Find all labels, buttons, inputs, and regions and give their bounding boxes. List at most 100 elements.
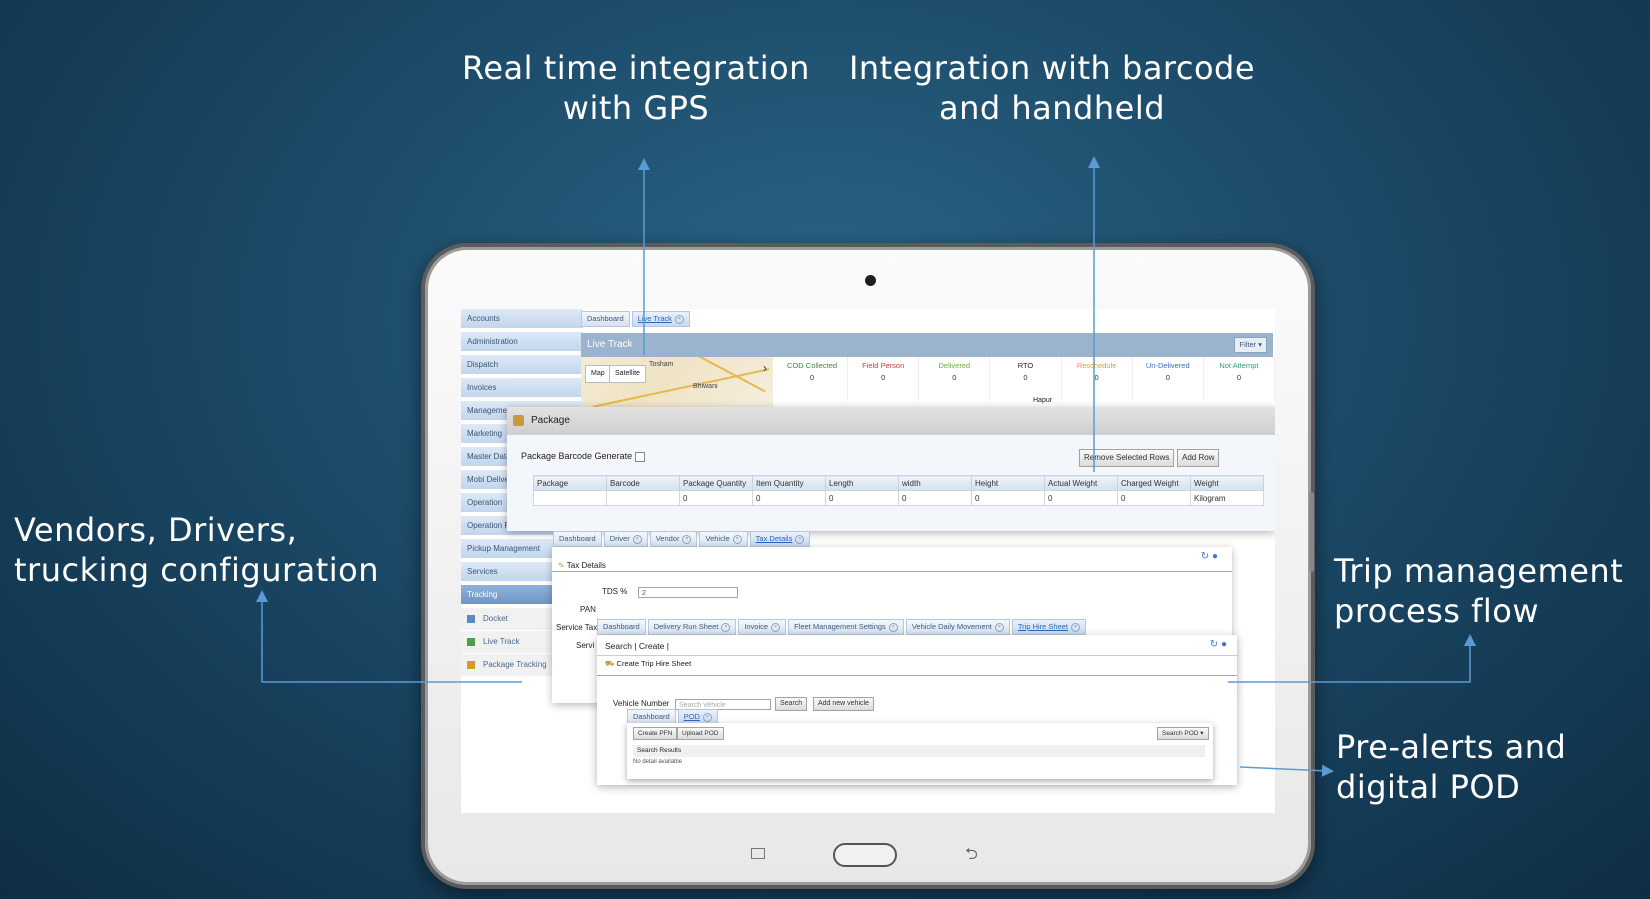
side-key: [1309, 492, 1314, 572]
tab-item[interactable]: Vehicle ×: [699, 531, 748, 547]
tab-item[interactable]: Dashboard: [553, 531, 602, 547]
table-header-cell: Item Quantity: [752, 475, 826, 491]
sidebar-item-accounts[interactable]: Accounts: [461, 309, 583, 329]
trip-menu: Search | Create |: [605, 641, 669, 651]
callout-barcode-line2: and handheld: [938, 89, 1166, 127]
stat-item: Delivered 0: [919, 357, 991, 401]
barcode-generate-checkbox[interactable]: [635, 451, 646, 462]
close-icon[interactable]: ×: [702, 712, 712, 722]
map-place-label: Tosham: [649, 361, 674, 368]
tab-item[interactable]: Trip Hire Sheet ×: [1011, 619, 1087, 635]
truck-icon: ⛟: [605, 659, 615, 668]
close-icon[interactable]: ×: [732, 534, 742, 544]
map-type-button[interactable]: Map: [585, 365, 611, 383]
tab-label: Vehicle: [705, 534, 730, 543]
search-menu-item[interactable]: Search: [605, 641, 632, 651]
refresh-icon[interactable]: ↻ ●: [1210, 639, 1227, 650]
upload-pod-button[interactable]: Upload POD: [677, 727, 724, 740]
stat-item: Not Attempt 0: [1204, 357, 1275, 401]
package-window: Package Package Barcode Generate Remove …: [507, 407, 1275, 531]
stat-label: Not Attempt: [1219, 361, 1259, 370]
tab-item[interactable]: Delivery Run Sheet ×: [647, 619, 737, 635]
close-icon[interactable]: ×: [674, 314, 684, 324]
tds-input[interactable]: 2: [638, 587, 738, 598]
stat-label: Reschedule: [1076, 361, 1117, 370]
sidebar-subitem-label: Live Track: [483, 637, 520, 646]
create-trip-title: ⛟ Create Trip Hire Sheet: [605, 659, 691, 669]
stat-value: 0: [809, 373, 815, 382]
callout-vendors: Vendors, Drivers, trucking configuration: [14, 510, 379, 590]
tab-item[interactable]: Tax Details ×: [749, 531, 811, 547]
add-row-button[interactable]: Add Row: [1177, 449, 1220, 467]
close-icon[interactable]: ×: [994, 622, 1004, 632]
callout-barcode-line1: Integration with barcode: [848, 49, 1256, 87]
tab-label: Vendor: [655, 534, 680, 543]
tab-item[interactable]: Fleet Management Settings ×: [788, 619, 904, 635]
chevron-right-icon[interactable]: ›: [763, 361, 767, 375]
tax-tabs: Dashboard Driver × Vendor × Vehicle × Tax Detai…: [553, 531, 811, 547]
tab-label: Vehicle Daily Movement: [911, 622, 992, 631]
callout-pod-line2: digital POD: [1336, 768, 1521, 806]
table-cell[interactable]: 0: [971, 490, 1045, 506]
tax-title-text: Tax Details: [566, 561, 606, 570]
table-header-cell: Actual Weight: [1044, 475, 1118, 491]
docket-icon: [467, 615, 475, 623]
tab-dashboard[interactable]: Dashboard: [581, 311, 630, 327]
table-cell[interactable]: 0: [898, 490, 972, 506]
close-icon[interactable]: ×: [1071, 622, 1081, 632]
remove-selected-rows-button[interactable]: Remove Selected Rows: [1079, 449, 1175, 467]
table-cell[interactable]: 0: [752, 490, 826, 506]
package-icon: [513, 415, 524, 426]
home-button[interactable]: [833, 843, 897, 867]
tab-label: Tax Details: [755, 534, 793, 543]
callout-vendors-line2: trucking configuration: [14, 551, 380, 589]
close-icon[interactable]: ×: [888, 622, 898, 632]
table-cell[interactable]: 0: [1044, 490, 1118, 506]
close-icon[interactable]: ×: [682, 534, 692, 544]
filter-dropdown[interactable]: Filter ▾: [1234, 337, 1267, 353]
table-cell[interactable]: 0: [679, 490, 753, 506]
close-icon[interactable]: ×: [771, 622, 781, 632]
camera-icon: [865, 275, 876, 286]
vehicle-search-button[interactable]: Search: [775, 697, 808, 711]
table-cell[interactable]: 0: [825, 490, 899, 506]
table-header-cell: Charged Weight: [1117, 475, 1191, 491]
close-icon[interactable]: ×: [795, 534, 805, 544]
tab-item[interactable]: Driver ×: [603, 531, 648, 547]
tab-item[interactable]: Dashboard: [597, 619, 646, 635]
close-icon[interactable]: ×: [632, 534, 642, 544]
add-new-vehicle-button[interactable]: Add new vehicle: [813, 697, 874, 711]
sidebar-item-administration[interactable]: Administration: [461, 332, 583, 352]
callout-vendors-line1: Vendors, Drivers,: [14, 511, 298, 549]
refresh-icon[interactable]: ↻ ●: [1201, 551, 1218, 562]
create-menu-item[interactable]: Create: [639, 641, 665, 651]
table-cell[interactable]: [606, 490, 680, 506]
satellite-type-button[interactable]: Satellite: [609, 365, 646, 383]
callout-gps-line1: Real time integration: [462, 49, 810, 87]
back-icon[interactable]: ⮌: [965, 843, 978, 870]
stat-label: Un-Delivered: [1145, 361, 1190, 370]
table-cell[interactable]: Kilogram: [1190, 490, 1264, 506]
table-header-cell: width: [898, 475, 972, 491]
tab-item[interactable]: Vehicle Daily Movement ×: [905, 619, 1010, 635]
table-row: 0 0 0 0 0 0 0 Kilogram: [533, 490, 1264, 506]
tab-live-track[interactable]: Live Track ×: [631, 311, 690, 327]
create-pfn-button[interactable]: Create PFN: [633, 727, 678, 740]
map-view[interactable]: Map Satellite Tosham Bhiwani: [581, 357, 773, 409]
tab-item[interactable]: Vendor ×: [649, 531, 698, 547]
table-cell[interactable]: 0: [1117, 490, 1191, 506]
sidebar-item-dispatch[interactable]: Dispatch: [461, 355, 583, 375]
sidebar-item-invoices[interactable]: Invoices: [461, 378, 583, 398]
table-header-cell: Weight: [1190, 475, 1264, 491]
empty-results-text: No detail available: [633, 759, 683, 765]
stat-label: Field Person: [862, 361, 905, 370]
tab-label: Trip Hire Sheet: [1017, 622, 1069, 631]
recent-apps-icon[interactable]: [751, 848, 765, 859]
table-cell[interactable]: [533, 490, 607, 506]
tab-item[interactable]: Invoice ×: [738, 619, 787, 635]
search-pod-dropdown[interactable]: Search POD ▾: [1157, 727, 1209, 740]
search-results-header: Search Results: [633, 745, 1205, 757]
barcode-generate-label: Package Barcode Generate: [521, 451, 646, 462]
divider: [552, 571, 1232, 572]
close-icon[interactable]: ×: [721, 622, 731, 632]
